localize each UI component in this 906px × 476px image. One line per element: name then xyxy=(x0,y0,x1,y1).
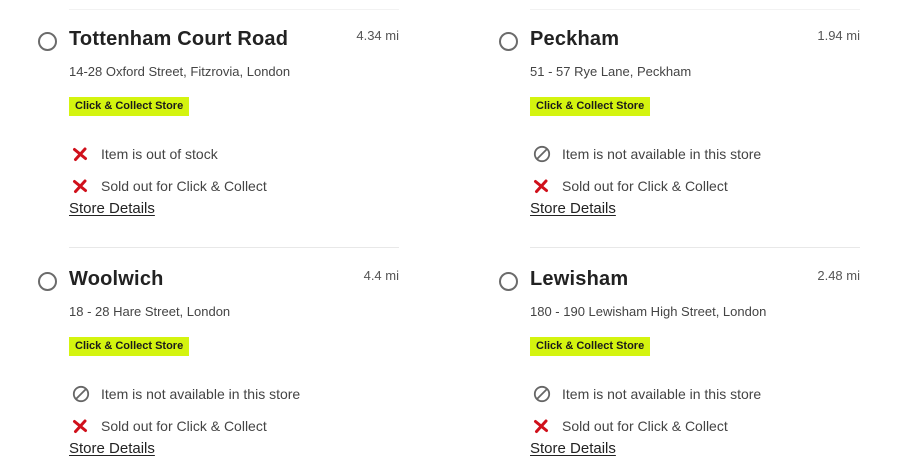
click-collect-badge: Click & Collect Store xyxy=(530,97,651,116)
unavailable-icon xyxy=(72,384,94,404)
cross-icon xyxy=(72,144,94,164)
store-details-link[interactable]: Store Details xyxy=(530,440,616,457)
unavailable-icon xyxy=(533,144,555,164)
stock-status: Item is out of stock xyxy=(69,144,218,164)
cross-icon xyxy=(72,176,94,196)
collect-status-text: Sold out for Click & Collect xyxy=(562,418,728,434)
unavailable-icon xyxy=(533,384,555,404)
store-address: 14-28 Oxford Street, Fitzrovia, London xyxy=(69,64,291,79)
stock-status: Item is not available in this store xyxy=(69,384,300,404)
store-card-woolwich: Woolwich 4.4 mi 18 - 28 Hare Street, Lon… xyxy=(38,250,409,460)
store-name: Woolwich xyxy=(69,268,164,290)
divider xyxy=(530,247,860,248)
collect-status: Sold out for Click & Collect xyxy=(530,416,728,436)
stock-status-text: Item is not available in this store xyxy=(562,146,762,162)
store-select-radio[interactable] xyxy=(499,272,518,291)
click-collect-badge: Click & Collect Store xyxy=(69,337,190,356)
store-name: Peckham xyxy=(530,28,620,50)
store-card-lewisham: Lewisham 2.48 mi 180 - 190 Lewisham High… xyxy=(499,250,870,460)
stock-status: Item is not available in this store xyxy=(530,384,761,404)
collect-status: Sold out for Click & Collect xyxy=(69,176,267,196)
collect-status: Sold out for Click & Collect xyxy=(530,176,728,196)
store-card-tottenham-court-road: Tottenham Court Road 4.34 mi 14-28 Oxfor… xyxy=(38,10,409,220)
collect-status-text: Sold out for Click & Collect xyxy=(562,178,728,194)
stock-status-text: Item is not available in this store xyxy=(562,386,762,402)
store-select-radio[interactable] xyxy=(38,272,57,291)
store-name: Tottenham Court Road xyxy=(69,28,289,50)
stock-status-text: Item is not available in this store xyxy=(101,386,301,402)
store-select-radio[interactable] xyxy=(499,32,518,51)
stock-status-text: Item is out of stock xyxy=(101,146,218,162)
store-distance: 4.4 mi xyxy=(363,268,399,283)
store-address: 180 - 190 Lewisham High Street, London xyxy=(530,304,767,319)
store-details-link[interactable]: Store Details xyxy=(69,200,155,217)
store-distance: 4.34 mi xyxy=(356,28,399,43)
stock-status: Item is not available in this store xyxy=(530,144,761,164)
click-collect-badge: Click & Collect Store xyxy=(69,97,190,116)
store-distance: 2.48 mi xyxy=(817,268,860,283)
store-card-peckham: Peckham 1.94 mi 51 - 57 Rye Lane, Peckha… xyxy=(499,10,870,220)
collect-status-text: Sold out for Click & Collect xyxy=(101,178,267,194)
cross-icon xyxy=(72,416,94,436)
store-select-radio[interactable] xyxy=(38,32,57,51)
store-details-link[interactable]: Store Details xyxy=(69,440,155,457)
cross-icon xyxy=(533,416,555,436)
store-address: 18 - 28 Hare Street, London xyxy=(69,304,231,319)
store-distance: 1.94 mi xyxy=(817,28,860,43)
store-address: 51 - 57 Rye Lane, Peckham xyxy=(530,64,692,79)
collect-status: Sold out for Click & Collect xyxy=(69,416,267,436)
collect-status-text: Sold out for Click & Collect xyxy=(101,418,267,434)
click-collect-badge: Click & Collect Store xyxy=(530,337,651,356)
store-details-link[interactable]: Store Details xyxy=(530,200,616,217)
cross-icon xyxy=(533,176,555,196)
store-name: Lewisham xyxy=(530,268,629,290)
divider xyxy=(69,247,399,248)
